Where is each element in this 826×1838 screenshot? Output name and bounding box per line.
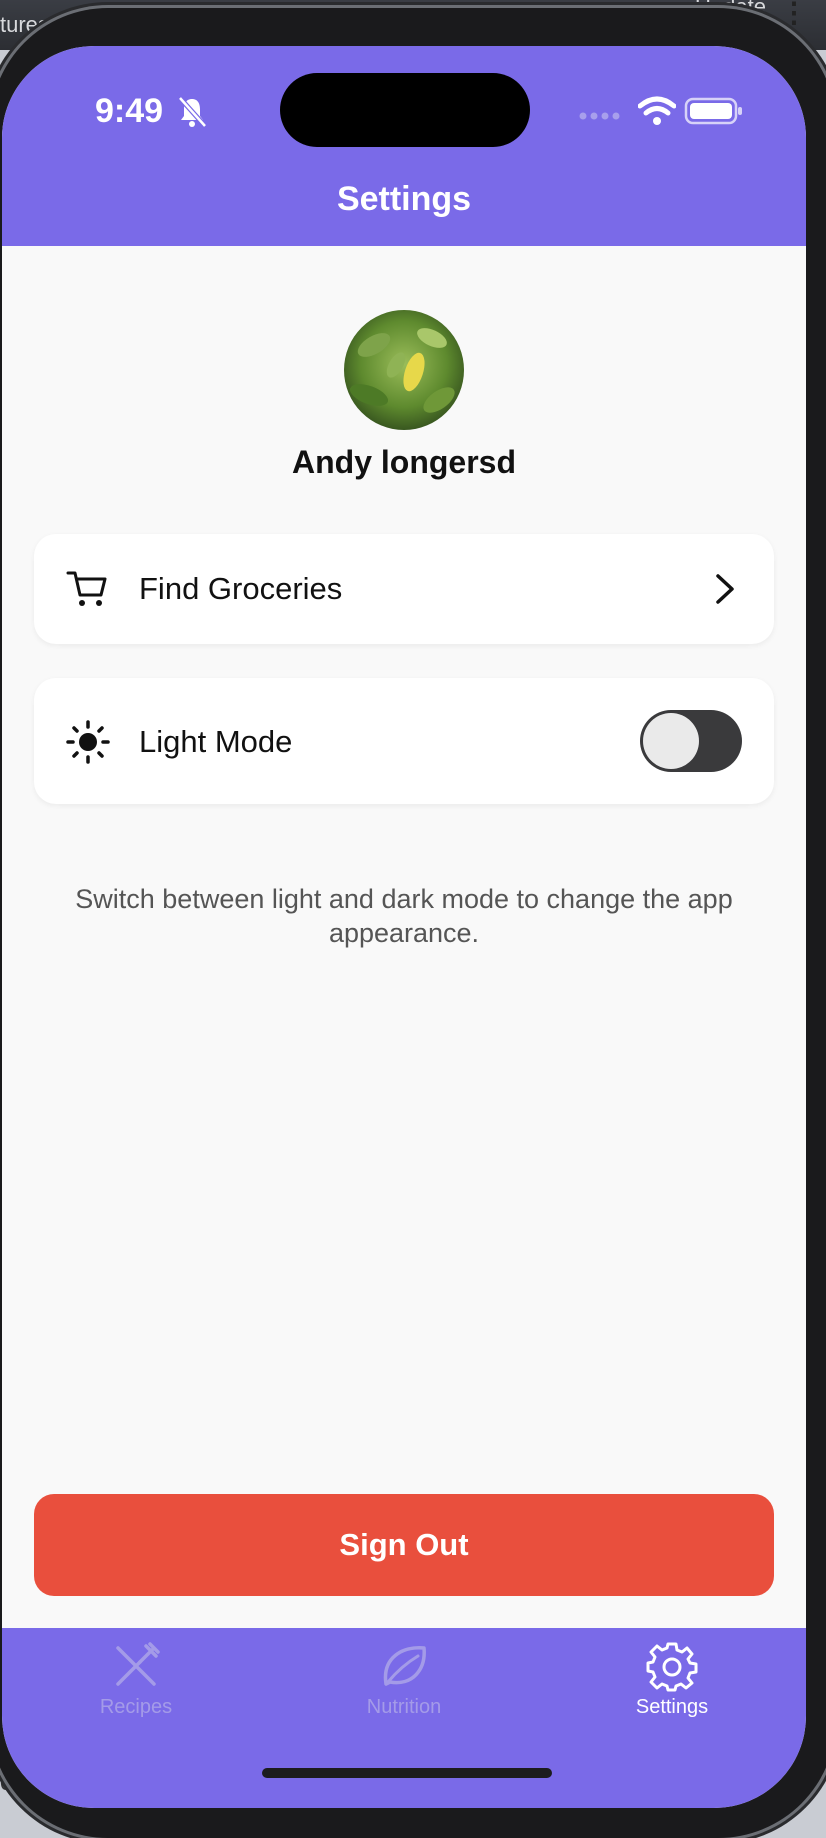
- home-indicator: [262, 1768, 552, 1778]
- tab-settings-label: Settings: [635, 1696, 709, 1718]
- header: 9:49 Settings: [2, 46, 806, 246]
- battery-icon: [684, 97, 742, 125]
- find-groceries-row[interactable]: Find Groceries: [34, 534, 774, 644]
- light-mode-row: Light Mode: [34, 678, 774, 804]
- desktop-more-icon: ⋮: [780, 0, 808, 28]
- tab-nutrition[interactable]: Nutrition: [314, 1640, 494, 1719]
- light-mode-label: Light Mode: [139, 724, 293, 759]
- sign-out-button[interactable]: Sign Out: [34, 1494, 774, 1596]
- tab-recipes[interactable]: Recipes: [46, 1640, 226, 1719]
- dynamic-island: [280, 73, 530, 147]
- bell-slash-icon: [178, 96, 207, 128]
- tab-recipes-label: Recipes: [99, 1696, 173, 1718]
- utensils-icon: [116, 1642, 160, 1686]
- tab-nutrition-label: Nutrition: [366, 1696, 442, 1718]
- cart-icon: [66, 571, 107, 606]
- find-groceries-label: Find Groceries: [139, 571, 343, 606]
- status-time: 9:49: [95, 92, 164, 130]
- avatar[interactable]: [344, 310, 464, 430]
- wifi-icon: [638, 96, 676, 125]
- user-name: Andy longersd: [291, 444, 516, 480]
- page-title: Settings: [336, 180, 472, 218]
- tab-bar: Recipes Nutrition Settings: [2, 1628, 806, 1808]
- toggle-knob: [643, 713, 699, 769]
- sun-icon: [66, 720, 110, 764]
- app-screen: 9:49 Settings Andy longersd Find Groceri…: [2, 46, 806, 1808]
- tab-settings[interactable]: Settings: [582, 1640, 762, 1719]
- leaf-icon: [383, 1646, 426, 1686]
- mode-help-text: Switch between light and dark mode to ch…: [75, 884, 733, 948]
- phone-frame: 9:49 Settings Andy longersd Find Groceri…: [0, 8, 826, 1838]
- chevron-right-icon: [716, 574, 734, 604]
- light-mode-toggle[interactable]: [640, 710, 742, 772]
- signal-dots-icon: [579, 112, 620, 120]
- gear-icon: [646, 1642, 698, 1692]
